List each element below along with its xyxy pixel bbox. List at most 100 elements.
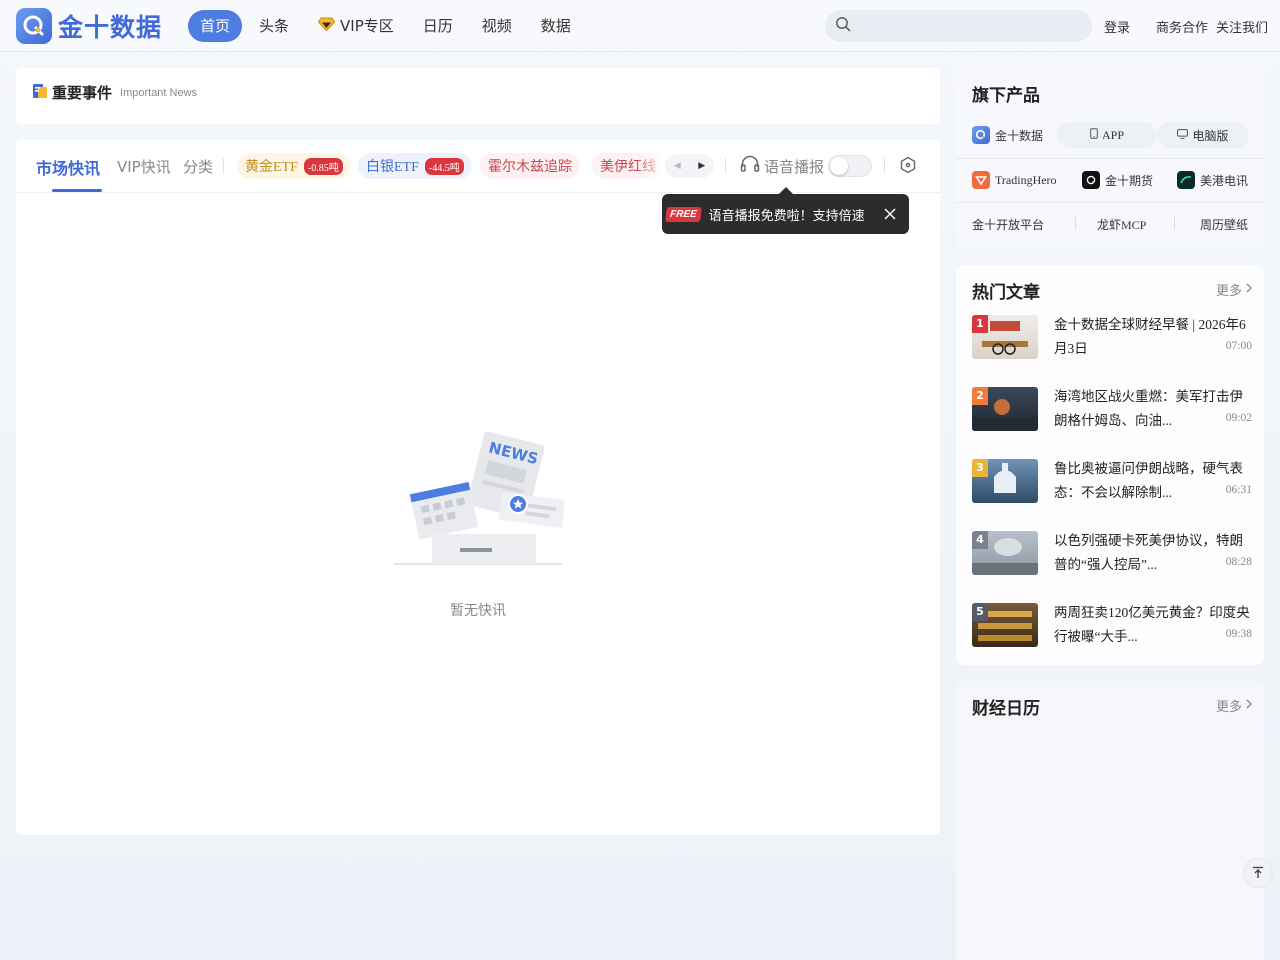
nav-video[interactable]: 视频 <box>470 10 524 42</box>
divider <box>956 202 1264 203</box>
chevron-right-icon <box>1246 698 1252 713</box>
monitor-icon <box>1177 128 1189 143</box>
article-thumbnail: 4 <box>972 531 1038 575</box>
main-nav: 首页 头条 VIP专区 日历 视频 数据 <box>188 10 588 42</box>
divider <box>956 158 1264 159</box>
chevron-right-icon <box>1246 282 1252 297</box>
chip-label: 霍尔木兹追踪 <box>488 160 572 175</box>
product-jin10-futures[interactable]: 金十期货 <box>1082 171 1153 189</box>
link-lobster-mcp[interactable]: 龙虾MCP <box>1097 216 1146 233</box>
link-week-wallpaper[interactable]: 周历壁纸 <box>1200 216 1248 233</box>
hot-articles-card: 热门文章 更多 1 金十数据全球财经早餐 | 2026年6月3日 07:00 2… <box>956 265 1264 665</box>
products-main-row: 金十数据 APP 电脑版 <box>972 122 1252 148</box>
app-label: APP <box>1101 127 1124 142</box>
chip-label: 白银ETF <box>366 160 419 175</box>
chip-badge: -44.5吨 <box>424 157 464 175</box>
products-title: 旗下产品 <box>972 86 1040 106</box>
tradinghero-logo-icon <box>972 171 990 189</box>
article-time: 06:31 <box>1225 484 1252 496</box>
article-item[interactable]: 3 鲁比奥被逼问伊朗战略，硬气表态：不会以解除制... 06:31 <box>972 459 1252 507</box>
back-to-top-button[interactable] <box>1243 858 1273 888</box>
business-link[interactable]: 商务合作 <box>1156 17 1208 36</box>
divider <box>884 158 885 174</box>
nav-calendar[interactable]: 日历 <box>411 10 465 42</box>
follow-link[interactable]: 关注我们 <box>1216 17 1268 36</box>
arrow-up-icon <box>1252 864 1264 883</box>
feed-tabs: 市场快讯 VIP快讯 分类 黄金ETF -0.85吨 白银ETF -44.5吨 … <box>16 140 940 193</box>
article-thumbnail: 2 <box>972 387 1038 431</box>
article-title: 海湾地区战火重燃：美军打击伊朗格什姆岛、向油... <box>1054 389 1243 428</box>
product-mg-news[interactable]: 美港电讯 <box>1177 171 1248 189</box>
headphones-icon <box>740 155 760 177</box>
hot-articles-title: 热门文章 <box>972 283 1040 303</box>
calendar-more-link[interactable]: 更多 <box>1216 696 1252 715</box>
nav-vip-label: VIP专区 <box>340 17 394 35</box>
tab-vip-flash[interactable]: VIP快讯 <box>117 156 171 177</box>
hot-more-link[interactable]: 更多 <box>1216 280 1252 299</box>
mg-news-logo-icon <box>1177 171 1195 189</box>
nav-home[interactable]: 首页 <box>188 10 243 42</box>
logo-icon <box>16 8 52 44</box>
rank-badge: 4 <box>972 531 988 549</box>
settings-hex-icon[interactable] <box>899 156 917 178</box>
product-label: 美港电讯 <box>1200 173 1249 188</box>
rank-badge: 2 <box>972 387 988 405</box>
product-label: TradingHero <box>995 172 1057 187</box>
rank-badge: 1 <box>972 315 988 333</box>
article-title: 金十数据全球财经早餐 | 2026年6月3日 <box>1054 317 1246 356</box>
product-jin10[interactable]: 金十数据 <box>972 126 1043 144</box>
chip-gold-etf[interactable]: 黄金ETF -0.85吨 <box>237 153 351 179</box>
product-app-button[interactable]: APP <box>1057 122 1157 148</box>
chip-badge: -0.85吨 <box>303 157 343 175</box>
chip-hormuz-tracking[interactable]: 霍尔木兹追踪 <box>480 153 580 179</box>
product-pc-button[interactable]: 电脑版 <box>1157 122 1249 148</box>
tab-market-flash[interactable]: 市场快讯 <box>36 155 100 179</box>
logo-text: 金十数据 <box>58 13 163 42</box>
product-label: 金十数据 <box>995 128 1044 143</box>
more-label: 更多 <box>1215 284 1242 299</box>
divider <box>223 158 224 174</box>
nav-data[interactable]: 数据 <box>529 10 583 42</box>
product-tradinghero[interactable]: TradingHero <box>972 171 1057 189</box>
close-icon[interactable] <box>883 206 897 225</box>
toggle-knob <box>830 157 848 175</box>
article-item[interactable]: 1 金十数据全球财经早餐 | 2026年6月3日 07:00 <box>972 315 1252 363</box>
important-news-card: 重要事件 Important News <box>16 68 940 124</box>
chip-fade <box>636 153 668 179</box>
article-title: 鲁比奥被逼问伊朗战略，硬气表态：不会以解除制... <box>1054 461 1243 500</box>
important-news-subtitle: Important News <box>120 86 198 99</box>
link-open-platform[interactable]: 金十开放平台 <box>972 216 1044 233</box>
jin10-logo-icon <box>972 126 990 144</box>
article-time: 09:02 <box>1225 412 1252 424</box>
chip-silver-etf[interactable]: 白银ETF -44.5吨 <box>358 153 472 179</box>
active-tab-indicator <box>52 189 102 192</box>
chevron-left-icon[interactable]: ◀ <box>674 161 681 171</box>
nav-headlines[interactable]: 头条 <box>247 10 301 42</box>
article-item[interactable]: 5 两周狂卖120亿美元黄金？印度央行被曝“大手... 09:38 <box>972 603 1252 651</box>
chevron-right-icon[interactable]: ▶ <box>698 161 705 171</box>
important-news-header: 重要事件 Important News <box>32 82 197 103</box>
login-link[interactable]: 登录 <box>1104 17 1130 36</box>
pc-label: 电脑版 <box>1192 128 1229 143</box>
chip-scroller: ◀ ▶ <box>665 154 714 178</box>
nav-vip[interactable]: VIP专区 <box>306 10 406 42</box>
product-label: 金十期货 <box>1105 173 1154 188</box>
chip-label: 黄金ETF <box>245 160 298 175</box>
calendar-title: 财经日历 <box>972 699 1040 719</box>
search-box[interactable] <box>825 10 1092 42</box>
futures-logo-icon <box>1082 171 1100 189</box>
logo[interactable]: 金十数据 <box>16 8 162 44</box>
voice-toggle[interactable] <box>828 155 872 177</box>
divider <box>1075 217 1076 229</box>
article-time: 09:38 <box>1225 628 1252 640</box>
tooltip-text: 语音播报免费啦！支持倍速 <box>708 208 865 224</box>
search-input[interactable] <box>857 18 1077 34</box>
article-title: 以色列强硬卡死美伊协议，特朗普的“强人控局”... <box>1054 533 1243 572</box>
rank-badge: 3 <box>972 459 988 477</box>
article-item[interactable]: 2 海湾地区战火重燃：美军打击伊朗格什姆岛、向油... 09:02 <box>972 387 1252 435</box>
voice-broadcast[interactable]: 语音播报 <box>740 155 824 177</box>
diamond-icon <box>317 10 336 42</box>
rank-badge: 5 <box>972 603 988 621</box>
tab-category[interactable]: 分类 <box>183 156 213 177</box>
article-item[interactable]: 4 以色列强硬卡死美伊协议，特朗普的“强人控局”... 08:28 <box>972 531 1252 579</box>
